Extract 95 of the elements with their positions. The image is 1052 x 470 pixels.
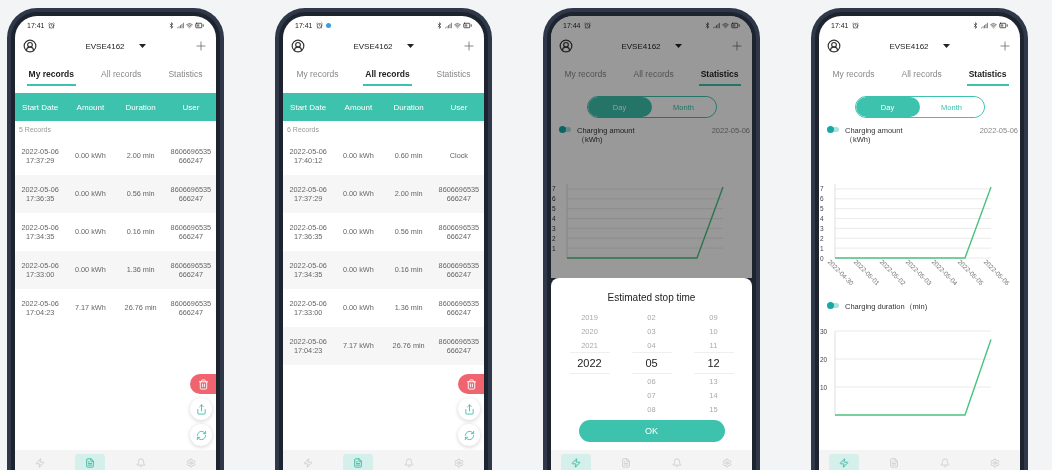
share-button[interactable] (190, 398, 212, 420)
add-icon[interactable] (730, 39, 744, 53)
alarm-icon (851, 21, 859, 29)
tab[interactable]: My records (830, 64, 877, 86)
document-icon (85, 458, 96, 468)
bluetooth-icon (168, 21, 175, 29)
picker-option[interactable]: 2022 (569, 352, 610, 374)
alarm-icon (315, 21, 323, 29)
column-header: User (181, 102, 201, 112)
tab[interactable]: Statistics (434, 64, 473, 86)
bluetooth-icon (972, 21, 979, 29)
share-icon (195, 403, 207, 415)
document-icon (889, 458, 900, 468)
bluetooth-icon (704, 21, 711, 29)
picker-option[interactable]: 12 (693, 352, 734, 374)
battery-icon (463, 20, 472, 30)
device-selector[interactable]: EVSE4162 (81, 39, 150, 53)
device-selector[interactable]: EVSE4162 (349, 39, 418, 53)
nav-button[interactable] (561, 454, 592, 470)
delete-button[interactable] (458, 374, 484, 394)
wifi-icon (186, 21, 193, 29)
share-button[interactable] (458, 398, 480, 420)
avatar-icon[interactable] (291, 39, 305, 53)
wifi-icon (722, 21, 729, 29)
column-header: Duration (392, 102, 425, 112)
caret-icon (942, 44, 950, 48)
bell-icon (403, 458, 414, 468)
bluetooth-icon (436, 21, 443, 29)
nav-button[interactable] (75, 454, 106, 470)
caret-icon (406, 44, 414, 48)
tab[interactable]: All records (99, 64, 144, 86)
document-icon (621, 458, 632, 468)
tab[interactable]: My records (26, 64, 76, 86)
lightning-icon (839, 458, 850, 468)
ok-button[interactable]: OK (578, 420, 725, 442)
column-header: Start Date (21, 102, 60, 112)
signal-icon (177, 21, 184, 29)
signal-icon (445, 21, 452, 29)
add-icon[interactable] (194, 39, 208, 53)
avatar-icon[interactable] (23, 39, 37, 53)
sheet-title: Estimated stop time (607, 292, 696, 305)
device-selector[interactable]: EVSE4162 (885, 39, 954, 53)
caret-icon (138, 44, 146, 48)
legend-toggle-icon (827, 126, 839, 133)
picker-option[interactable]: 05 (631, 352, 672, 374)
bell-icon (135, 458, 146, 468)
tab[interactable]: My records (294, 64, 341, 86)
settings-icon (721, 458, 732, 468)
refresh-icon (195, 429, 207, 441)
lightning-icon (571, 458, 582, 468)
trash-icon (465, 378, 477, 390)
add-icon[interactable] (462, 39, 476, 53)
column-header: Amount (75, 102, 106, 112)
add-icon[interactable] (998, 39, 1012, 53)
wifi-icon (990, 21, 997, 29)
alarm-icon (583, 21, 591, 29)
nav-button[interactable] (829, 454, 860, 470)
legend-toggle-icon (559, 126, 571, 133)
lightning-icon (303, 458, 314, 468)
refresh-button[interactable] (458, 424, 480, 446)
nav-button[interactable] (343, 454, 374, 470)
caret-icon (674, 44, 682, 48)
battery-icon (731, 20, 740, 30)
trash-icon (197, 378, 209, 390)
battery-icon (999, 20, 1008, 30)
signal-icon (981, 21, 988, 29)
column-header: Start Date (289, 102, 328, 112)
tab[interactable]: Statistics (698, 64, 741, 86)
alarm-icon (47, 21, 55, 29)
delete-button[interactable] (190, 374, 216, 394)
tab[interactable]: Statistics (166, 64, 205, 86)
refresh-icon (463, 429, 475, 441)
avatar-icon[interactable] (559, 39, 573, 53)
column-header: Amount (343, 102, 374, 112)
tab[interactable]: Statistics (966, 64, 1009, 86)
tab[interactable]: All records (363, 64, 412, 86)
column-header: User (449, 102, 469, 112)
wifi-icon (454, 21, 461, 29)
bell-icon (671, 458, 682, 468)
device-selector[interactable]: EVSE4162 (617, 39, 686, 53)
lightning-icon (35, 458, 46, 468)
bell-icon (939, 458, 950, 468)
refresh-button[interactable] (190, 424, 212, 446)
avatar-icon[interactable] (827, 39, 841, 53)
battery-icon (195, 20, 204, 30)
column-header: Duration (124, 102, 157, 112)
share-icon (463, 403, 475, 415)
tab[interactable]: All records (899, 64, 944, 86)
document-icon (353, 458, 364, 468)
tab[interactable]: My records (562, 64, 609, 86)
signal-icon (713, 21, 720, 29)
settings-icon (989, 458, 1000, 468)
settings-icon (185, 458, 196, 468)
settings-icon (453, 458, 464, 468)
legend-toggle-icon (827, 302, 839, 309)
